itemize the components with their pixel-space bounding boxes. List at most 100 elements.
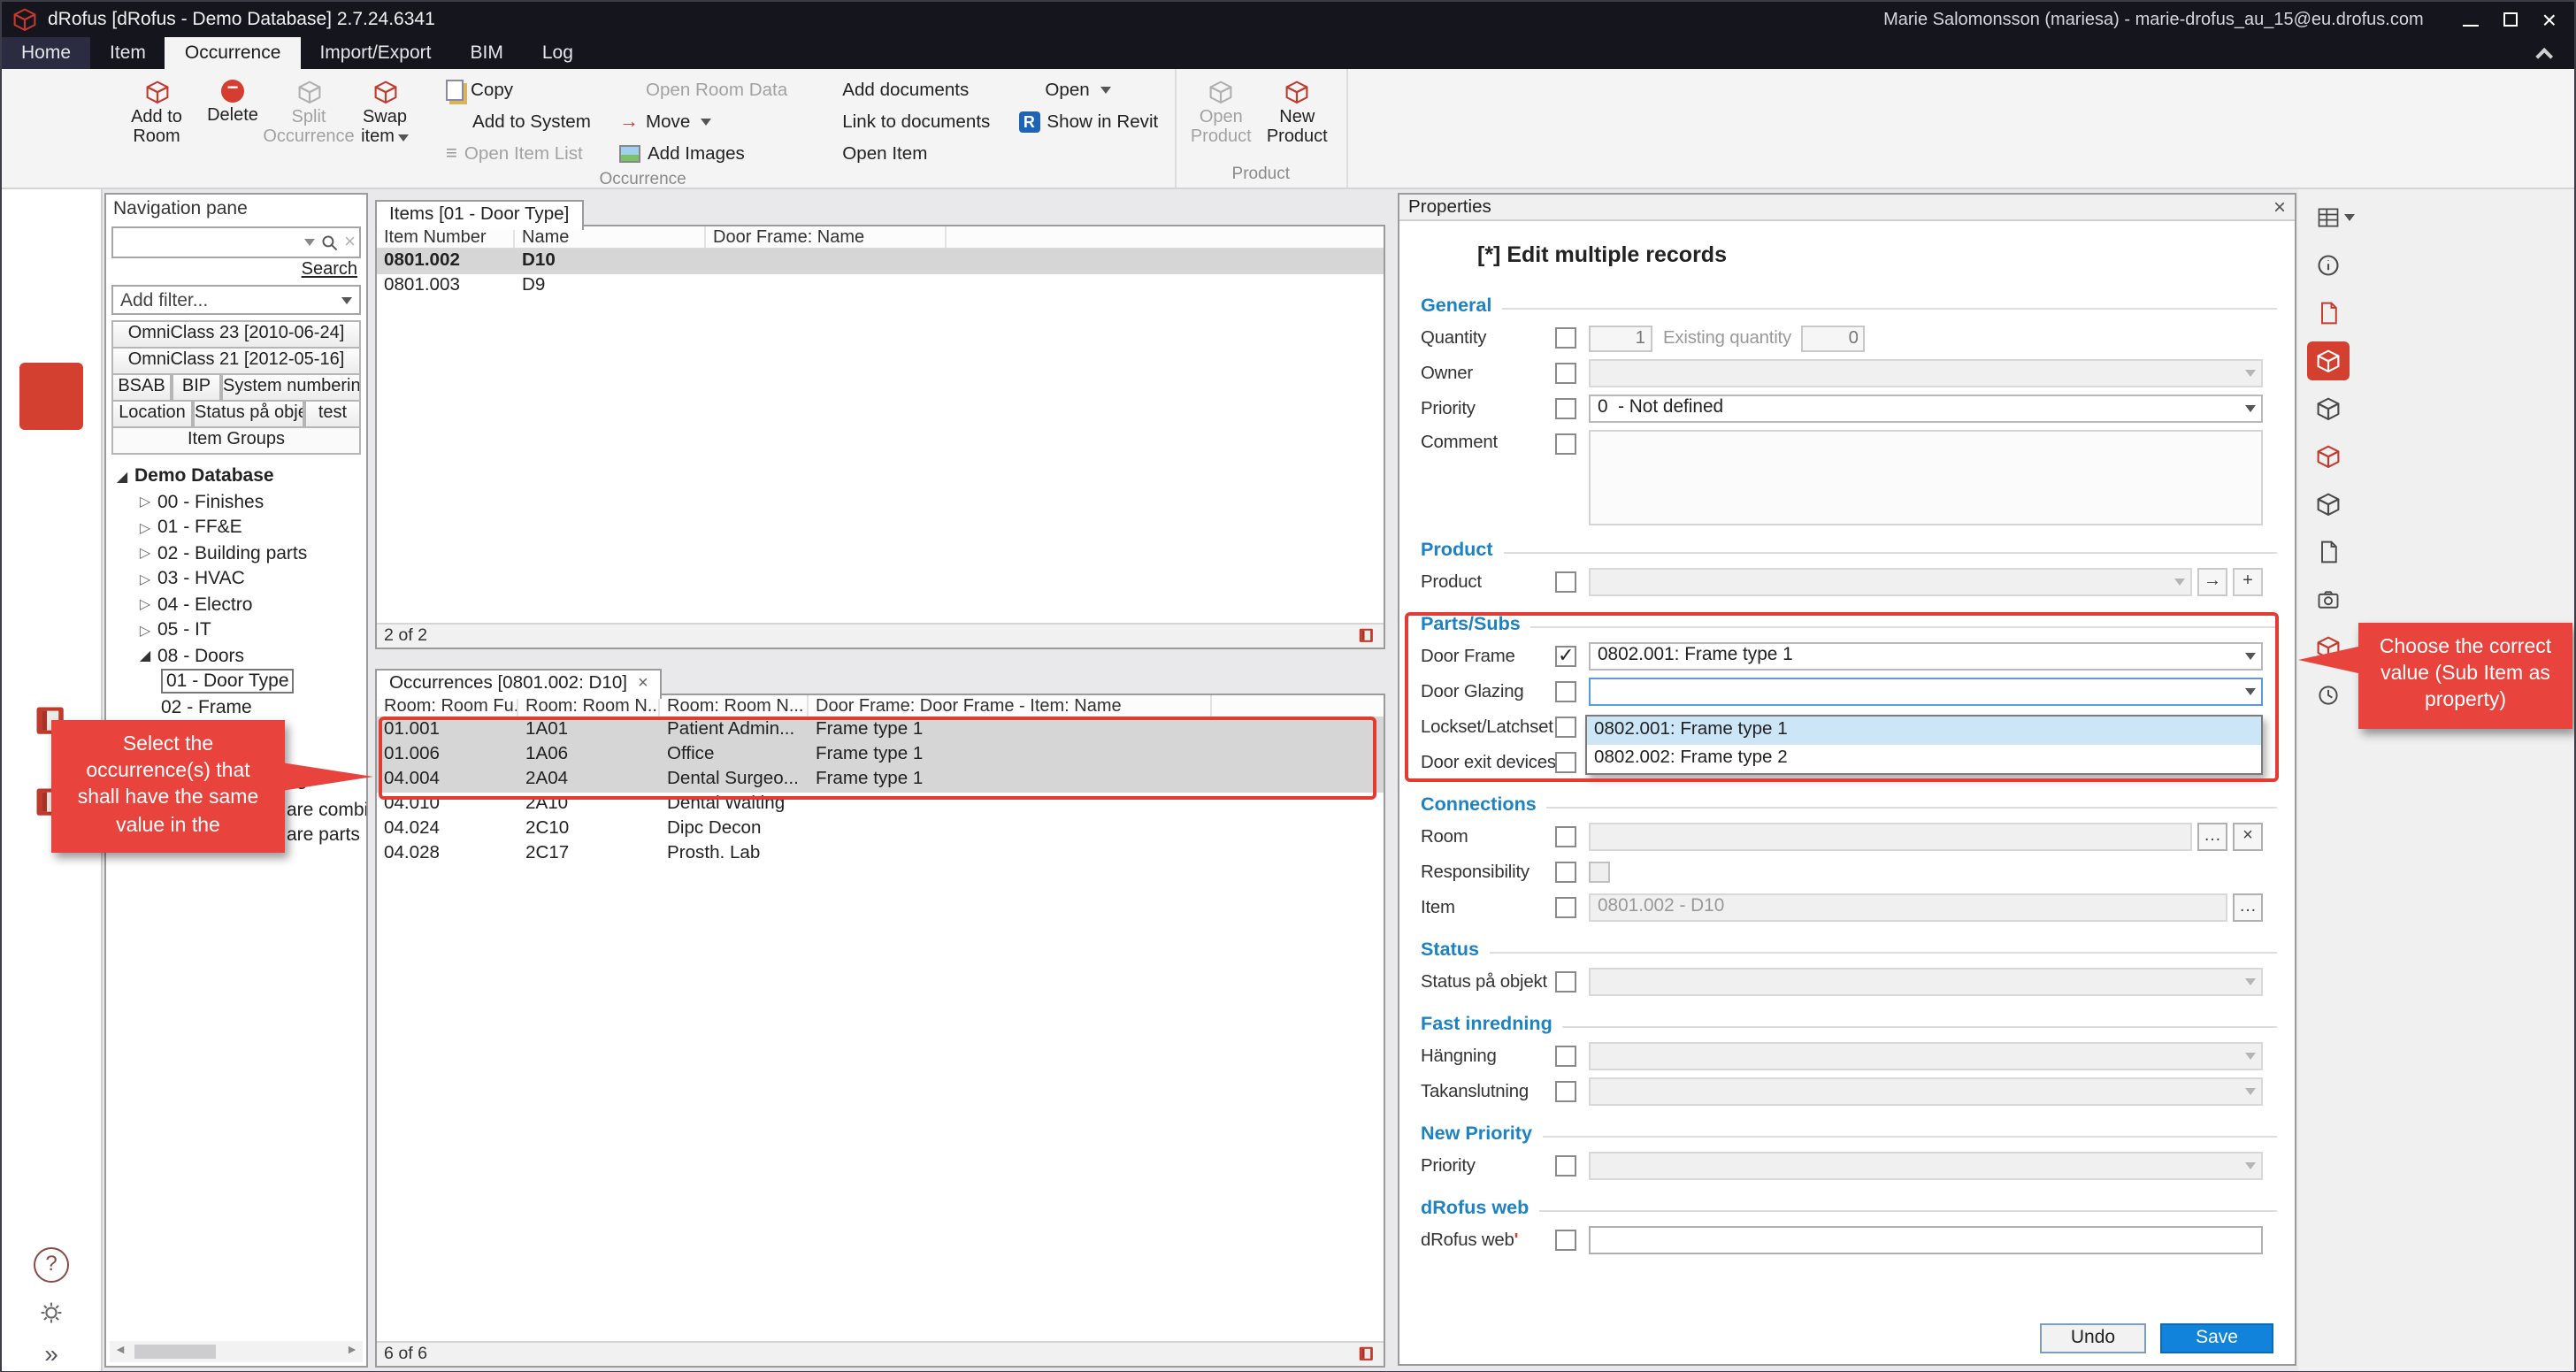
view-selector-icon[interactable]	[2307, 198, 2350, 237]
navigation-search-input[interactable]	[117, 230, 298, 255]
add-filter-dropdown[interactable]: Add filter...	[111, 285, 361, 315]
room-field[interactable]	[1589, 823, 2192, 851]
minimize-button[interactable]	[2463, 4, 2479, 35]
classification-status-pa-objekt[interactable]: Status på objekt	[193, 400, 304, 428]
sidebar-items-icon[interactable]	[19, 281, 83, 349]
door-glazing-checkbox[interactable]	[1555, 681, 1576, 702]
tab-occurrence[interactable]: Occurrence	[165, 37, 301, 69]
open-product-arrow-button[interactable]: →	[2197, 568, 2227, 596]
quantity-checkbox[interactable]	[1555, 327, 1576, 349]
items-tab[interactable]: Items [01 - Door Type]	[375, 200, 583, 230]
item-row-0801-003[interactable]: 0801.003 D9	[377, 274, 1384, 299]
occurrence-row[interactable]: 04.0242C10Dipc Decon	[377, 817, 1384, 842]
priority-select[interactable]: 0 - Not defined	[1589, 395, 2263, 423]
pin-icon[interactable]	[340, 199, 359, 218]
responsibility-value-checkbox[interactable]	[1589, 862, 1610, 883]
classification-item-groups[interactable]: Item Groups	[111, 426, 361, 455]
tab-bim[interactable]: BIM	[451, 37, 523, 69]
takanslutning-checkbox[interactable]	[1555, 1081, 1576, 1102]
scroll-right-icon[interactable]: ►	[341, 1345, 363, 1357]
tree-root-demo-database[interactable]: ◢Demo Database	[106, 464, 366, 489]
sidebar-rooms-icon[interactable]	[19, 200, 83, 267]
item-field[interactable]: 0801.002 - D10	[1589, 893, 2227, 922]
hangning-checkbox[interactable]	[1555, 1046, 1576, 1067]
add-product-button[interactable]: +	[2233, 568, 2263, 596]
classification-omniclass23[interactable]: OmniClass 23 [2010-06-24]	[111, 320, 361, 349]
item-checkbox[interactable]	[1555, 897, 1576, 918]
comment-checkbox[interactable]	[1555, 433, 1576, 455]
sync-icon[interactable]	[2307, 389, 2350, 428]
room-browse-button[interactable]: …	[2197, 823, 2227, 851]
report-book-icon[interactable]	[1357, 626, 1376, 646]
add-to-room-button[interactable]: Add to Room	[119, 74, 195, 148]
occurrence-row[interactable]: 04.0282C17Prosth. Lab	[377, 842, 1384, 867]
sidebar-products-icon[interactable]	[19, 444, 83, 511]
tree-item-01-ffe[interactable]: ▷01 - FF&E	[106, 515, 366, 540]
sidebar-occurrences-icon[interactable]	[19, 363, 83, 430]
tab-home[interactable]: Home	[2, 37, 90, 69]
product-checkbox[interactable]	[1555, 571, 1576, 593]
show-in-revit-button[interactable]: R Show in Revit	[1013, 106, 1163, 138]
camera-icon[interactable]	[2307, 580, 2350, 619]
info-icon[interactable]	[2307, 246, 2350, 285]
settings-gear-icon[interactable]	[39, 1299, 64, 1324]
split-occurrence-button[interactable]: Split Occurrence	[271, 74, 347, 148]
add-documents-button[interactable]: Add documents	[810, 74, 995, 106]
maximize-button[interactable]	[2503, 4, 2518, 35]
tree-item-05-it[interactable]: ▷05 - IT	[106, 617, 366, 643]
occurrences-tab[interactable]: Occurrences [0801.002: D10]×	[375, 669, 663, 699]
search-link[interactable]: Search	[106, 258, 366, 283]
occurrence-properties-icon[interactable]	[2307, 341, 2350, 380]
tree-item-03-hvac[interactable]: ▷03 - HVAC	[106, 566, 366, 592]
occurrence-row[interactable]: 04.0042A04Dental Surgeo...Frame type 1	[377, 768, 1384, 793]
history-icon[interactable]	[2307, 676, 2350, 715]
classification-test[interactable]: test	[304, 400, 361, 428]
drofus-web-checkbox[interactable]	[1555, 1230, 1576, 1251]
dropdown-option-frame-type-2[interactable]: 0802.002: Frame type 2	[1587, 745, 2261, 773]
tab-import-export[interactable]: Import/Export	[300, 37, 450, 69]
open-item-button[interactable]: Open Item	[810, 138, 995, 170]
hangning-select[interactable]	[1589, 1042, 2263, 1070]
door-exit-devices-checkbox[interactable]	[1555, 752, 1576, 773]
tree-item-01-door-type-selected[interactable]: 01 - Door Type	[106, 669, 366, 694]
classification-bsab[interactable]: BSAB	[111, 373, 172, 402]
room-checkbox[interactable]	[1555, 826, 1576, 847]
existing-quantity-input[interactable]	[1802, 325, 1866, 351]
save-button[interactable]: Save	[2160, 1322, 2273, 1353]
status-pa-objekt-checkbox[interactable]	[1555, 971, 1576, 993]
search-icon[interactable]	[319, 233, 339, 252]
dropdown-option-frame-type-1[interactable]: 0802.001: Frame type 1	[1587, 717, 2261, 745]
undo-button[interactable]: Undo	[2040, 1322, 2146, 1353]
item-browse-button[interactable]: …	[2233, 893, 2263, 922]
drofus-web-field[interactable]	[1589, 1226, 2263, 1254]
responsibility-checkbox[interactable]	[1555, 862, 1576, 883]
quantity-input[interactable]	[1589, 325, 1652, 351]
navigation-horizontal-scrollbar[interactable]: ◄ ►	[110, 1340, 363, 1361]
swap-item-button[interactable]: Swap item	[347, 74, 423, 148]
new-product-button[interactable]: New Product	[1259, 74, 1335, 148]
collapse-ribbon-icon[interactable]	[2535, 47, 2553, 65]
tree-item-02-frame[interactable]: 02 - Frame	[106, 694, 366, 720]
product-select[interactable]	[1589, 568, 2192, 596]
sidebar-documents-icon[interactable]	[19, 525, 83, 593]
new-priority-checkbox[interactable]	[1555, 1155, 1576, 1177]
new-priority-select[interactable]	[1589, 1152, 2263, 1180]
copy-button[interactable]: Copy	[441, 74, 596, 106]
report-book-icon[interactable]	[1357, 1344, 1376, 1363]
sidebar-expand-icon[interactable]: »	[44, 1342, 58, 1363]
priority-checkbox[interactable]	[1555, 398, 1576, 419]
classification-omniclass21[interactable]: OmniClass 21 [2012-05-16]	[111, 347, 361, 375]
open-button[interactable]: Open	[1013, 74, 1163, 106]
open-room-data-button[interactable]: Open Room Data	[614, 74, 793, 106]
delete-button[interactable]: − Delete	[195, 74, 271, 126]
scroll-left-icon[interactable]: ◄	[110, 1345, 131, 1357]
door-frame-checkbox[interactable]	[1555, 646, 1576, 667]
door-frame-select[interactable]: 0802.001: Frame type 1	[1589, 642, 2263, 671]
occurrence-row[interactable]: 01.0011A01Patient Admin...Frame type 1	[377, 718, 1384, 743]
link-to-documents-button[interactable]: Link to documents	[810, 106, 995, 138]
add-images-button[interactable]: Add Images	[614, 138, 793, 170]
owner-checkbox[interactable]	[1555, 363, 1576, 384]
sidebar-buildings-icon[interactable]	[19, 607, 83, 674]
status-pa-objekt-select[interactable]	[1589, 968, 2263, 996]
tab-item[interactable]: Item	[90, 37, 165, 69]
